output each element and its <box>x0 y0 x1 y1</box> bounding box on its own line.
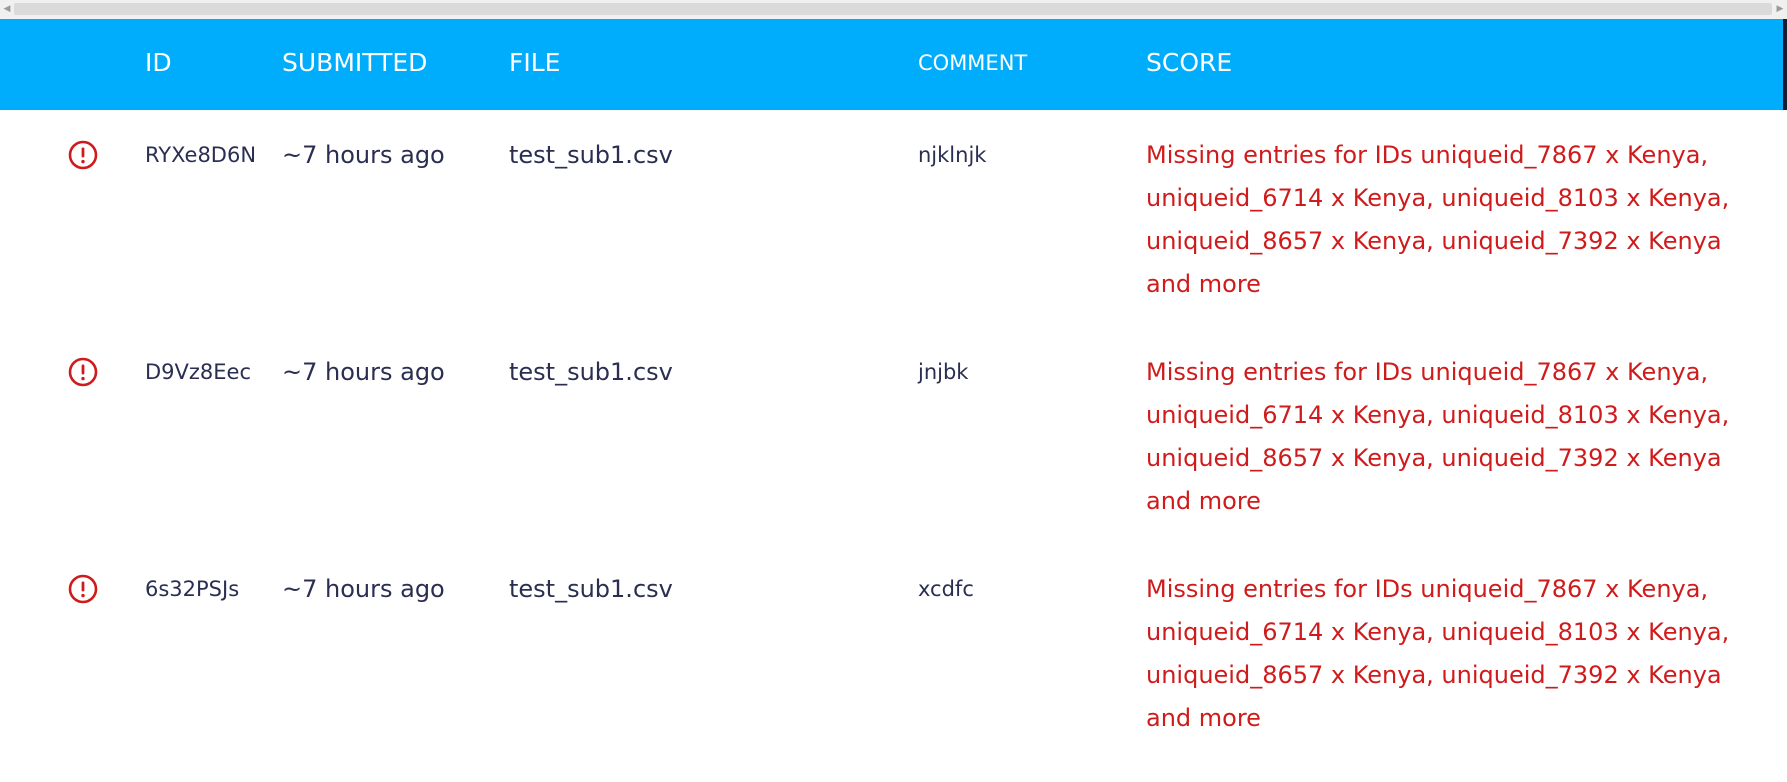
submitted-time: ~7 hours ago <box>282 575 445 603</box>
header-edge <box>1783 19 1787 110</box>
file-name: test_sub1.csv <box>509 358 673 386</box>
error-circle-icon <box>68 357 98 387</box>
score-error-message: Missing entries for IDs uniqueid_7867 x … <box>1146 358 1730 515</box>
comment: njklnjk <box>918 143 987 167</box>
submission-id: 6s32PSJs <box>145 577 240 601</box>
table-row: 6s32PSJs ~7 hours ago test_sub1.csv xcdf… <box>0 544 1787 761</box>
table-header: ID SUBMITTED FILE COMMENT SCORE <box>0 19 1787 110</box>
file-name: test_sub1.csv <box>509 141 673 169</box>
horizontal-scrollbar[interactable]: ◀ ▶ <box>0 0 1787 20</box>
error-circle-icon <box>68 140 98 170</box>
column-header-file: FILE <box>509 48 561 77</box>
column-header-comment: COMMENT <box>918 51 1028 75</box>
table-row: D9Vz8Eec ~7 hours ago test_sub1.csv jnjb… <box>0 327 1787 544</box>
comment: xcdfc <box>918 577 974 601</box>
submitted-time: ~7 hours ago <box>282 141 445 169</box>
scrollbar-thumb[interactable] <box>14 3 1772 15</box>
scroll-left-icon[interactable]: ◀ <box>0 0 14 19</box>
table-row: RYXe8D6N ~7 hours ago test_sub1.csv njkl… <box>0 110 1787 327</box>
comment: jnjbk <box>918 360 969 384</box>
submitted-time: ~7 hours ago <box>282 358 445 386</box>
score-error-message: Missing entries for IDs uniqueid_7867 x … <box>1146 141 1730 298</box>
column-header-score: SCORE <box>1146 48 1233 77</box>
submission-id: RYXe8D6N <box>145 143 257 167</box>
column-header-id: ID <box>145 48 172 77</box>
scroll-right-icon[interactable]: ▶ <box>1773 0 1787 19</box>
score-error-message: Missing entries for IDs uniqueid_7867 x … <box>1146 575 1730 732</box>
submission-id: D9Vz8Eec <box>145 360 252 384</box>
error-circle-icon <box>68 574 98 604</box>
file-name: test_sub1.csv <box>509 575 673 603</box>
column-header-submitted: SUBMITTED <box>282 48 428 77</box>
